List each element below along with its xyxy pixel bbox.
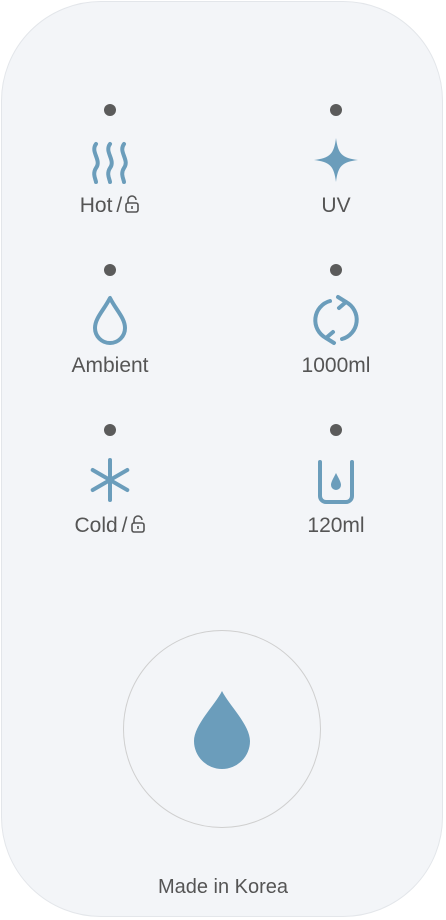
ambient-indicator-dot [104, 264, 116, 276]
uv-sparkle-icon [308, 132, 364, 188]
water-drop-outline-icon [82, 292, 138, 348]
cold-button[interactable]: Cold / [30, 424, 190, 564]
cup-icon [308, 452, 364, 508]
uv-label: UV [321, 194, 351, 217]
heat-waves-icon [82, 132, 138, 188]
water-drop-filled-icon [194, 691, 250, 769]
lock-icon [124, 195, 140, 213]
120ml-indicator-dot [330, 424, 342, 436]
ambient-button[interactable]: Ambient [30, 264, 190, 404]
120ml-button[interactable]: 120ml [256, 424, 416, 564]
uv-button[interactable]: UV [256, 104, 416, 244]
hot-button[interactable]: Hot / [30, 104, 190, 244]
cold-label-text: Cold [74, 514, 118, 537]
made-in-korea-text: Made in Korea [157, 876, 289, 898]
dispense-button[interactable] [123, 630, 321, 828]
120ml-label: 120ml [307, 514, 365, 537]
1000ml-indicator-dot [330, 264, 342, 276]
1000ml-button[interactable]: 1000ml [256, 264, 416, 404]
hot-indicator-dot [104, 104, 116, 116]
uv-indicator-dot [330, 104, 342, 116]
lock-icon [130, 515, 146, 533]
1000ml-label: 1000ml [301, 354, 371, 377]
continuous-cycle-icon [308, 292, 364, 348]
hot-label-text: Hot [79, 194, 113, 217]
cold-label: Cold / [30, 514, 190, 538]
hot-label: Hot / [30, 194, 190, 218]
snowflake-icon [82, 452, 138, 508]
hot-label-separator: / [116, 194, 123, 217]
cold-indicator-dot [104, 424, 116, 436]
ambient-label: Ambient [71, 354, 149, 377]
cold-label-separator: / [121, 514, 128, 537]
